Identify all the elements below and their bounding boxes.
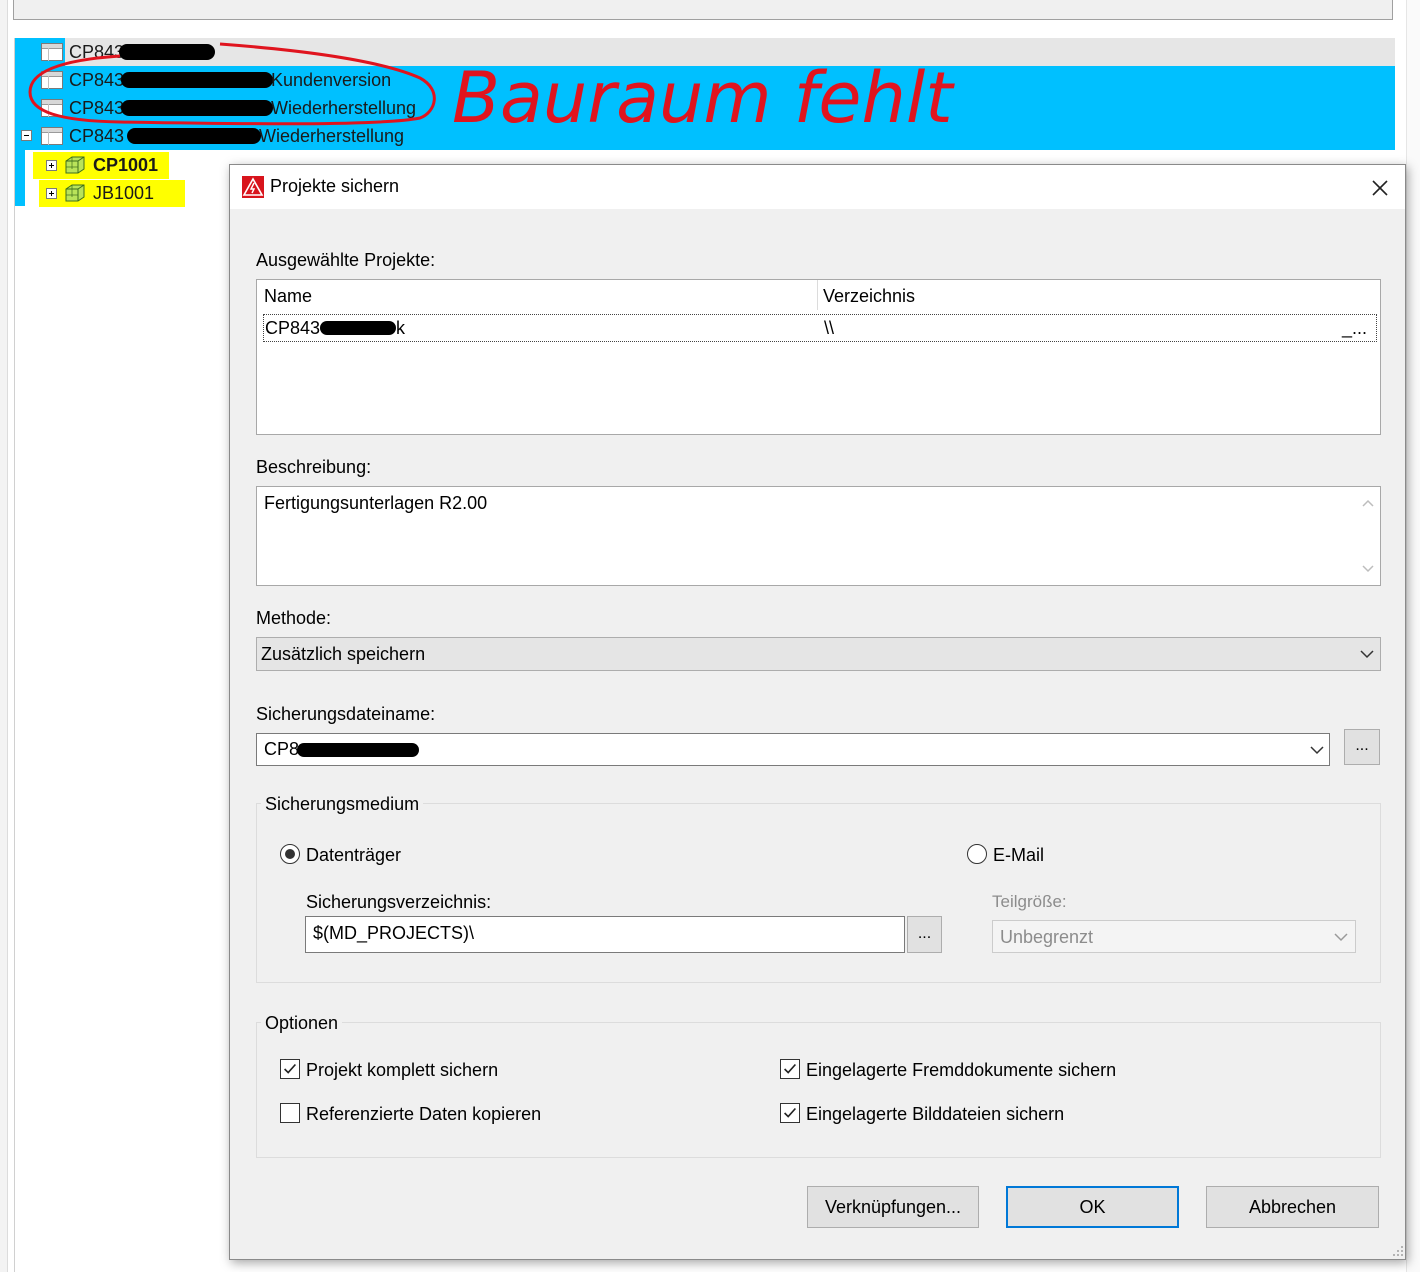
- description-scrollbar[interactable]: [1355, 487, 1381, 585]
- chevron-down-icon: [1310, 746, 1324, 755]
- part-size-select[interactable]: Unbegrenzt: [992, 920, 1356, 953]
- filename-value: CP8: [264, 739, 300, 759]
- tree-row-project-4[interactable]: CP843 Wiederherstellung: [15, 122, 1395, 150]
- filename-combobox[interactable]: CP8: [256, 733, 1330, 766]
- options-group: [256, 1022, 1381, 1158]
- left-window-edge: [0, 0, 8, 1272]
- close-icon[interactable]: [1360, 171, 1400, 205]
- column-header-name[interactable]: Name: [264, 286, 312, 307]
- checkbox-project-complete-label[interactable]: Projekt komplett sichern: [306, 1060, 498, 1081]
- tree-row-project-1[interactable]: CP843: [15, 38, 1395, 66]
- expand-icon[interactable]: [46, 188, 57, 199]
- tree-child-label: CP1001: [93, 155, 159, 175]
- tree-row-project-3[interactable]: CP843 Wiederherstellung: [15, 94, 1395, 122]
- description-label: Beschreibung:: [256, 457, 372, 477]
- selected-projects-list[interactable]: Name Verzeichnis CP843 k \\ _...: [256, 279, 1381, 435]
- project-icon: [41, 99, 63, 117]
- method-value: Zusätzlich speichern: [261, 644, 426, 664]
- tree-row-suffix: Wiederherstellung: [271, 98, 417, 118]
- filename-browse-button[interactable]: ...: [1344, 729, 1380, 765]
- dialog-title-bar[interactable]: Projekte sichern: [230, 165, 1405, 209]
- checkmark-icon: [784, 1063, 797, 1074]
- selected-projects-label: Ausgewählte Projekte:: [256, 250, 436, 270]
- row-directory-cell: \\: [824, 318, 835, 338]
- expand-icon[interactable]: [46, 160, 57, 171]
- tree-row-label: CP843: [69, 42, 125, 62]
- project-icon: [41, 71, 63, 89]
- backup-directory-value: $(MD_PROJECTS)\: [313, 923, 475, 943]
- part-size-label: Teilgröße:: [992, 892, 1067, 911]
- links-button[interactable]: Verknüpfungen...: [807, 1186, 979, 1228]
- backup-directory-label: Sicherungsverzeichnis:: [306, 892, 492, 912]
- tree-row-label: CP843: [69, 126, 125, 146]
- radio-email-label[interactable]: E-Mail: [993, 845, 1044, 866]
- tree-row-label: CP843: [69, 98, 125, 118]
- redaction-mark: [121, 72, 273, 88]
- backup-directory-input[interactable]: $(MD_PROJECTS)\: [305, 916, 905, 953]
- description-text: Fertigungsunterlagen R2.00: [264, 493, 488, 513]
- collapse-icon[interactable]: [21, 130, 32, 141]
- tree-child-label: JB1001: [93, 183, 155, 203]
- redaction-mark: [119, 44, 215, 60]
- tree-row-suffix: Wiederherstellung: [259, 126, 405, 146]
- structure-cube-icon: [65, 156, 85, 174]
- checkbox-image-files[interactable]: [780, 1103, 800, 1123]
- tree-row-suffix: Kundenversion: [271, 70, 392, 90]
- tree-child-jb1001[interactable]: JB1001: [43, 179, 183, 207]
- eplan-warning-triangle-icon: [242, 176, 264, 198]
- method-select[interactable]: Zusätzlich speichern: [256, 637, 1381, 671]
- checkbox-copy-referenced-data[interactable]: [280, 1103, 300, 1123]
- checkbox-external-documents-label[interactable]: Eingelagerte Fremddokumente sichern: [806, 1060, 1116, 1081]
- resize-grip-icon[interactable]: [1390, 1243, 1404, 1257]
- options-group-title: Optionen: [261, 1013, 343, 1034]
- tree-child-cp1001[interactable]: CP1001: [43, 151, 173, 179]
- radio-email[interactable]: [967, 844, 987, 864]
- dialog-title: Projekte sichern: [270, 176, 400, 196]
- redaction-mark: [320, 321, 396, 335]
- chevron-down-icon: [1334, 933, 1348, 942]
- structure-cube-icon: [65, 184, 85, 202]
- row-directory-tail: _...: [1342, 318, 1368, 338]
- directory-browse-button[interactable]: ...: [907, 916, 942, 953]
- right-scrollbar-edge[interactable]: [1406, 0, 1420, 1272]
- radio-datentraeger-label[interactable]: Datenträger: [306, 845, 401, 866]
- scroll-up-icon: [1362, 499, 1374, 507]
- row-name-tail: k: [396, 318, 405, 338]
- column-header-directory[interactable]: Verzeichnis: [823, 286, 915, 307]
- tree-filter-field[interactable]: [13, 0, 1393, 20]
- checkmark-icon: [784, 1107, 797, 1118]
- chevron-down-icon: [1360, 650, 1374, 659]
- column-divider[interactable]: [817, 280, 818, 310]
- checkbox-project-complete[interactable]: [280, 1059, 300, 1079]
- scroll-down-icon: [1362, 565, 1374, 573]
- checkbox-copy-referenced-data-label[interactable]: Referenzierte Daten kopieren: [306, 1104, 541, 1125]
- filename-label: Sicherungsdateiname:: [256, 704, 436, 724]
- save-projects-dialog: Projekte sichern Ausgewählte Projekte: N…: [229, 164, 1406, 1260]
- checkmark-icon: [284, 1063, 297, 1074]
- row-name-cell: CP843: [265, 318, 321, 338]
- radio-datentraeger[interactable]: [280, 844, 300, 864]
- checkbox-external-documents[interactable]: [780, 1059, 800, 1079]
- redaction-mark: [297, 743, 419, 757]
- cancel-button[interactable]: Abbrechen: [1206, 1186, 1379, 1228]
- ok-button[interactable]: OK: [1006, 1186, 1179, 1228]
- project-icon: [41, 43, 63, 61]
- table-row[interactable]: CP843 k \\ _...: [263, 314, 1377, 342]
- project-icon: [41, 127, 63, 145]
- tree-row-label: CP843: [69, 70, 125, 90]
- backup-medium-group-title: Sicherungsmedium: [261, 794, 424, 815]
- redaction-mark: [127, 128, 261, 144]
- description-textarea[interactable]: Fertigungsunterlagen R2.00: [256, 486, 1381, 586]
- checkbox-image-files-label[interactable]: Eingelagerte Bilddateien sichern: [806, 1104, 1064, 1125]
- redaction-mark: [121, 100, 273, 116]
- method-label: Methode:: [256, 608, 332, 628]
- part-size-value: Unbegrenzt: [1000, 927, 1094, 947]
- tree-row-project-2[interactable]: CP843 Kundenversion: [15, 66, 1395, 94]
